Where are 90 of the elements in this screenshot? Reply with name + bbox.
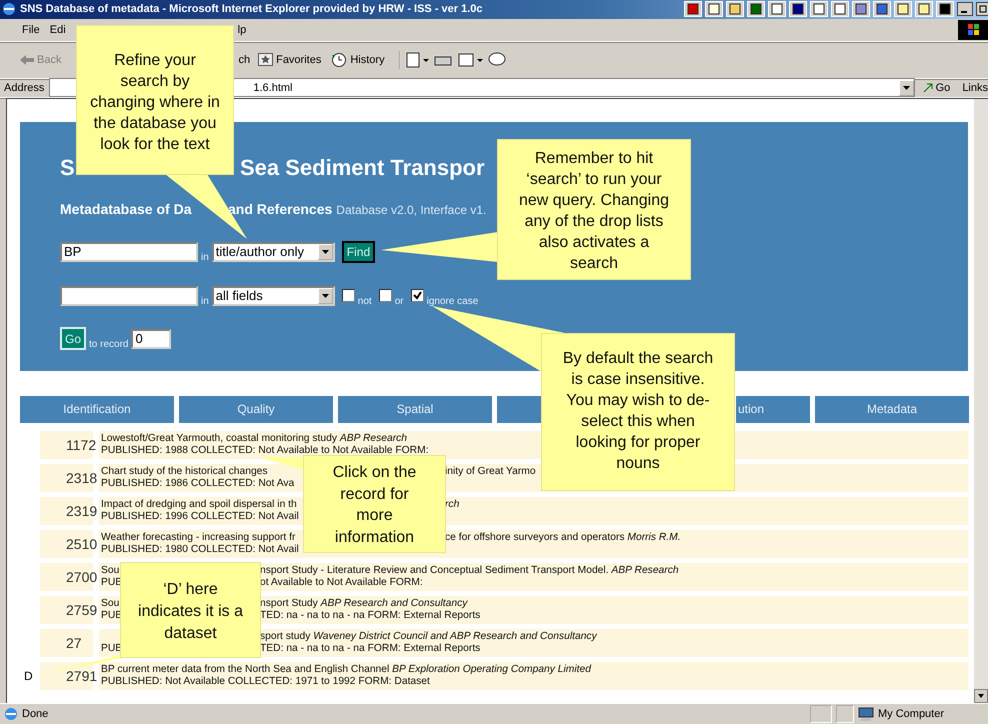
restore-icon[interactable] <box>976 2 988 16</box>
taskbar-app-icon[interactable] <box>810 1 828 18</box>
taskbar-app-icon[interactable] <box>915 1 933 18</box>
taskbar-app-icon[interactable] <box>936 1 954 18</box>
column-tab[interactable]: Identification <box>20 396 174 423</box>
menu-item[interactable]: Edi <box>50 24 66 36</box>
help-tooltip: ‘D’ here indicates it is a dataset <box>120 562 261 658</box>
toolbar-button[interactable]: History <box>331 52 385 68</box>
back-arrow-icon <box>20 54 34 65</box>
taskbar-app-icon[interactable] <box>684 1 702 18</box>
go-button[interactable]: Go <box>922 82 950 94</box>
favorites-icon <box>258 53 274 66</box>
zone-text: My Computer <box>878 708 946 720</box>
toolbar-button[interactable]: Favorites <box>258 53 322 66</box>
taskbar-app-icon[interactable] <box>852 1 870 18</box>
help-tooltip: Click on the record for more information <box>303 455 446 553</box>
go-arrow-icon <box>922 82 933 93</box>
record-title: Impact of dredging and spoil dispersal in th <box>101 498 297 510</box>
window-title: SNS Database of metadata - Microsoft Internet Explorer provided by HRW - ISS - ver 1.0c <box>20 3 484 16</box>
taskbar-app-icon[interactable] <box>705 1 723 18</box>
help-tooltip: By default the search is case insensitive. You may wish to de- select this when looking for proper nouns <box>541 333 735 491</box>
menu-item[interactable]: lp <box>238 24 246 36</box>
version-text: Database v2.0, Interface v1. <box>336 202 486 217</box>
column-tab[interactable]: Spatial <box>338 396 492 423</box>
taskbar-app-icon[interactable] <box>726 1 744 18</box>
field-dropdown[interactable]: title/author only <box>212 242 335 262</box>
search-field[interactable]: BP <box>60 242 198 262</box>
record-details: TED: na - na to na - na FORM: External Reports <box>260 642 480 655</box>
taskbar-app-icon[interactable] <box>789 1 807 18</box>
history-icon <box>331 52 348 68</box>
record-number[interactable]: 1172 <box>40 430 93 459</box>
record-details: PUBLISHED: 1988 COLLECTED: Not Available to Not Available FORM: <box>101 444 429 456</box>
checkbox-label: or <box>394 296 404 307</box>
scroll-down-icon[interactable] <box>974 689 988 704</box>
taskbar-app-icon[interactable] <box>768 1 786 18</box>
checkbox[interactable] <box>410 289 424 302</box>
dropdown-arrow-icon <box>322 294 329 298</box>
record-title: sport study Waveney District Council and ABP Research and Consultancy <box>260 630 597 643</box>
subtitle: Metadatabase of Da <box>60 200 192 218</box>
column-tab[interactable]: ution <box>736 396 810 423</box>
help-tooltip: Remember to hit ‘search’ to run your new query. Changing any of the drop lists also activates a search <box>497 139 691 280</box>
record-title: Weather forecasting - increasing support fr <box>101 532 296 543</box>
in-label: in <box>201 296 209 307</box>
dropdown-arrow-icon <box>322 250 329 254</box>
taskbar-app-icon[interactable] <box>747 1 765 18</box>
search-field[interactable] <box>60 286 198 306</box>
taskbar-app-icon[interactable] <box>873 1 891 18</box>
scrollbar[interactable] <box>974 98 988 704</box>
record-title: Lowestoft/Great Yarmouth, coastal monitoring study ABP Research <box>101 432 408 444</box>
record-title: Sou <box>101 564 120 576</box>
help-tooltip: Refine your search by changing where in the database you look for the text <box>76 25 234 175</box>
record-title: BP current meter data from the North Sea and English Channel BP Exploration Operating Company Limited <box>101 664 591 675</box>
menu-item[interactable]: File <box>22 24 40 36</box>
taskbar-app-icon[interactable] <box>894 1 912 18</box>
record-title: Sou <box>101 598 120 609</box>
go-button[interactable]: Go <box>60 327 86 350</box>
record-title: nsport Study - Literature Review and Conceptual Sediment Transport Model. ABP Research <box>260 564 679 577</box>
record-title: Chart study of the historical changes <box>101 466 268 477</box>
status-text: Done <box>22 708 48 720</box>
windows-logo-icon <box>958 20 988 40</box>
checkbox[interactable] <box>342 289 355 302</box>
record-label: to record <box>89 338 128 350</box>
column-tab[interactable]: Quality <box>179 396 333 423</box>
site-title: S <box>60 154 75 180</box>
field-dropdown[interactable]: all fields <box>212 286 335 306</box>
record-details: PUBLISHED: 1980 COLLECTED: Not Avail <box>101 544 299 555</box>
taskbar-app-icon[interactable] <box>831 1 849 18</box>
record-cell[interactable]: BP current meter data from the North Sea and English Channel BP Exploration Operating Company Limited PUBLISHED: Not Available COLLECTED: 1971 to 1992 FORM: Dataset <box>99 662 968 690</box>
record-title: nsport Study ABP Research and Consultancy <box>260 598 468 610</box>
toolbar-button[interactable]: ch <box>238 54 250 66</box>
record-field[interactable]: 0 <box>131 328 172 349</box>
checkbox-label: not <box>358 296 372 307</box>
computer-icon <box>858 706 874 722</box>
address-label: Address <box>4 82 44 94</box>
record-number[interactable]: 27 <box>40 628 93 657</box>
site-title: Sea Sediment Transpor <box>240 154 485 181</box>
column-tab[interactable]: Metadata <box>815 396 969 423</box>
column-tab[interactable] <box>497 396 542 423</box>
record-details: TED: na - na to na - na FORM: External Reports <box>260 610 480 622</box>
record-details: PUBLISHED: 1986 COLLECTED: Not Ava <box>101 478 294 489</box>
checkbox-label: ignore case <box>426 296 478 307</box>
record-details: PUBLISHED: 1996 COLLECTED: Not Avail <box>101 510 299 522</box>
in-label: in <box>201 252 209 263</box>
subtitle: and References <box>228 200 332 217</box>
links-button[interactable]: Links <box>962 82 988 94</box>
dataset-marker: D <box>24 668 33 683</box>
find-button[interactable]: Find <box>342 240 376 263</box>
record-details: PUBLISHED: Not Available COLLECTED: 1971 to 1992 FORM: Dataset <box>101 676 430 687</box>
checkbox[interactable] <box>378 289 392 302</box>
minimize-icon[interactable] <box>957 2 973 16</box>
